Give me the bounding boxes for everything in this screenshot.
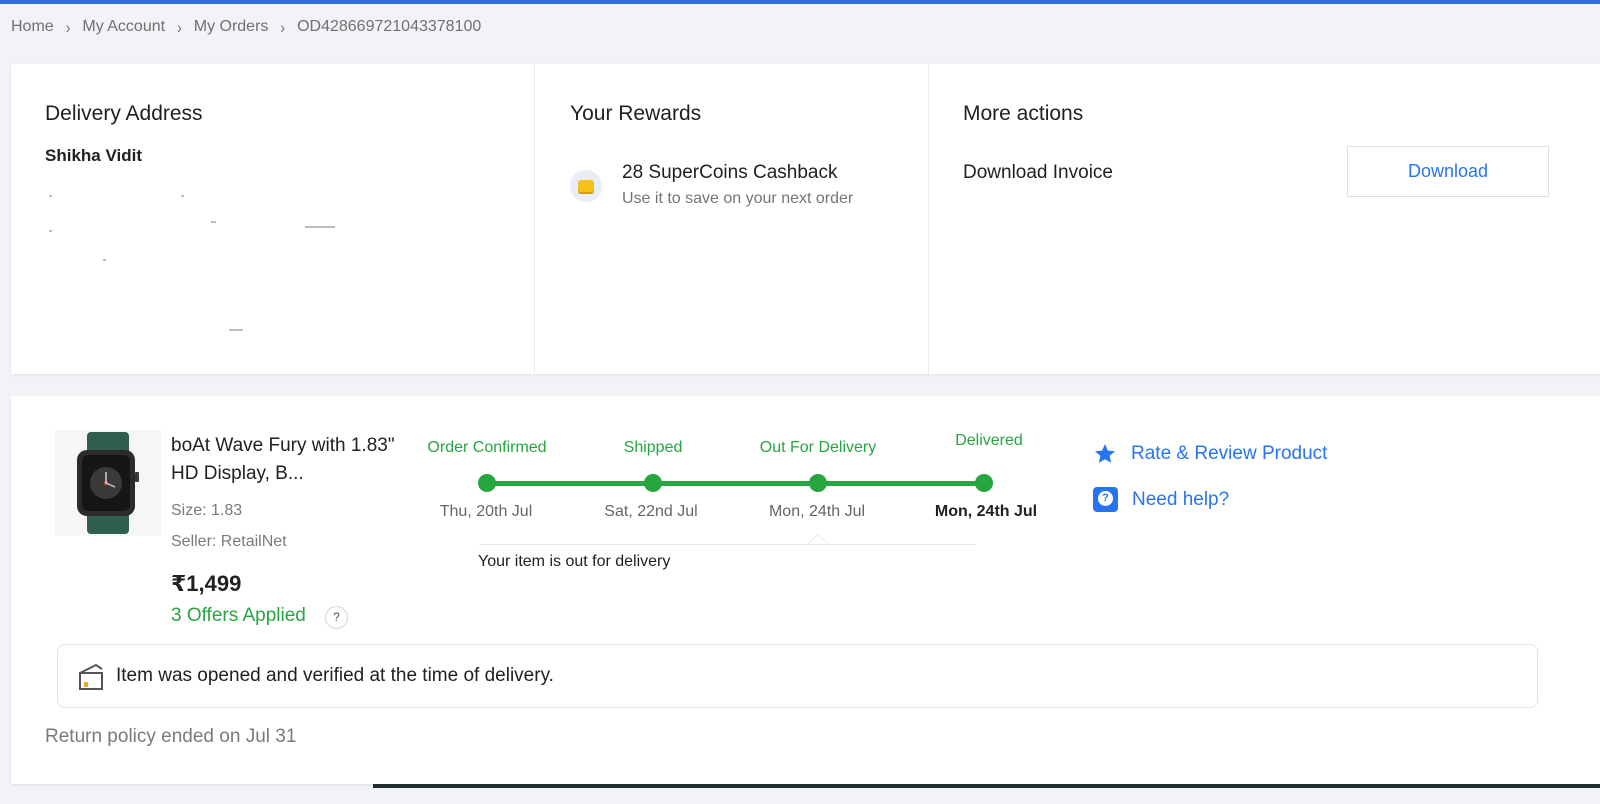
step-label-order-confirmed: Order Confirmed [427,439,547,456]
delivery-address-section: Delivery Address Shikha Vidit [11,64,535,374]
product-image[interactable] [55,430,161,536]
redacted-address-line [49,195,52,197]
bottom-bar [373,784,1600,788]
product-price: ₹1,499 [171,571,242,596]
tracking-message-divider [479,544,975,545]
offers-applied[interactable]: 3 Offers Applied [171,605,306,627]
step-date-out-for-delivery: Mon, 24th Jul [768,503,866,520]
product-seller: Seller: RetailNet [171,533,287,550]
redacted-address-line [211,221,216,223]
breadcrumb-my-orders[interactable]: My Orders [194,18,269,36]
step-date-order-confirmed: Thu, 20th Jul [439,503,533,520]
breadcrumb: Home › My Account › My Orders › OD428669… [11,17,482,37]
redacted-address-line [49,230,52,232]
need-help-label: Need help? [1132,488,1230,510]
order-item-card: boAt Wave Fury with 1.83" HD Display, B.… [11,396,1600,784]
question-icon[interactable]: ? [325,606,348,629]
rewards-subtitle: Use it to save on your next order [622,190,854,207]
verification-text: Item was opened and verified at the time… [116,665,554,686]
star-icon [1095,444,1115,463]
verification-notice: Item was opened and verified at the time… [57,644,1538,708]
top-accent-bar [0,0,1600,4]
redacted-address-line [305,226,335,228]
breadcrumb-order-id: OD428669721043378100 [297,18,482,35]
rate-review-button[interactable]: Rate & Review Product [1093,442,1327,466]
order-info-card: Delivery Address Shikha Vidit Your Rewar… [11,64,1600,374]
open-box-icon [79,663,103,690]
step-dot-shipped [644,474,662,492]
step-dot-out-for-delivery [809,474,827,492]
product-size: Size: 1.83 [171,502,243,519]
step-label-shipped: Shipped [623,439,683,456]
redacted-address-line [229,329,243,331]
help-icon-glyph: ? [1098,491,1113,506]
download-invoice-label: Download Invoice [963,162,1113,183]
download-invoice-button[interactable]: Download [1347,146,1549,197]
rewards-section: Your Rewards 28 SuperCoins Cashback Use … [535,64,929,374]
rewards-heading: Your Rewards [570,102,702,125]
tracking-progress-line [486,481,984,486]
chevron-right-icon: › [280,17,286,37]
tracking-pointer [807,534,829,544]
rewards-title: 28 SuperCoins Cashback [622,162,838,183]
step-dot-delivered [975,474,993,492]
recipient-name: Shikha Vidit [45,146,142,165]
step-label-delivered: Delivered [955,432,1023,449]
return-policy-text: Return policy ended on Jul 31 [45,726,297,747]
product-title[interactable]: boAt Wave Fury with 1.83" HD Display, B.… [171,432,411,488]
tracking-status-message: Your item is out for delivery [478,553,671,570]
chevron-right-icon: › [177,17,182,37]
help-icon: ? [1093,487,1118,512]
supercoin-icon [570,170,602,202]
redacted-address-line [181,195,184,197]
delivery-address-heading: Delivery Address [45,102,203,125]
step-date-shipped: Sat, 22nd Jul [604,503,698,520]
rate-review-label: Rate & Review Product [1131,443,1328,464]
need-help-button[interactable]: ? Need help? [1093,487,1229,512]
step-label-out-for-delivery: Out For Delivery [759,439,877,456]
more-actions-section: More actions Download Invoice Download [929,64,1600,374]
step-dot-order-confirmed [478,474,496,492]
step-date-delivered: Mon, 24th Jul [934,503,1038,520]
breadcrumb-my-account[interactable]: My Account [82,18,165,36]
breadcrumb-home[interactable]: Home [11,18,54,36]
more-actions-heading: More actions [963,102,1084,125]
redacted-address-line [103,259,106,261]
chevron-right-icon: › [65,17,71,37]
